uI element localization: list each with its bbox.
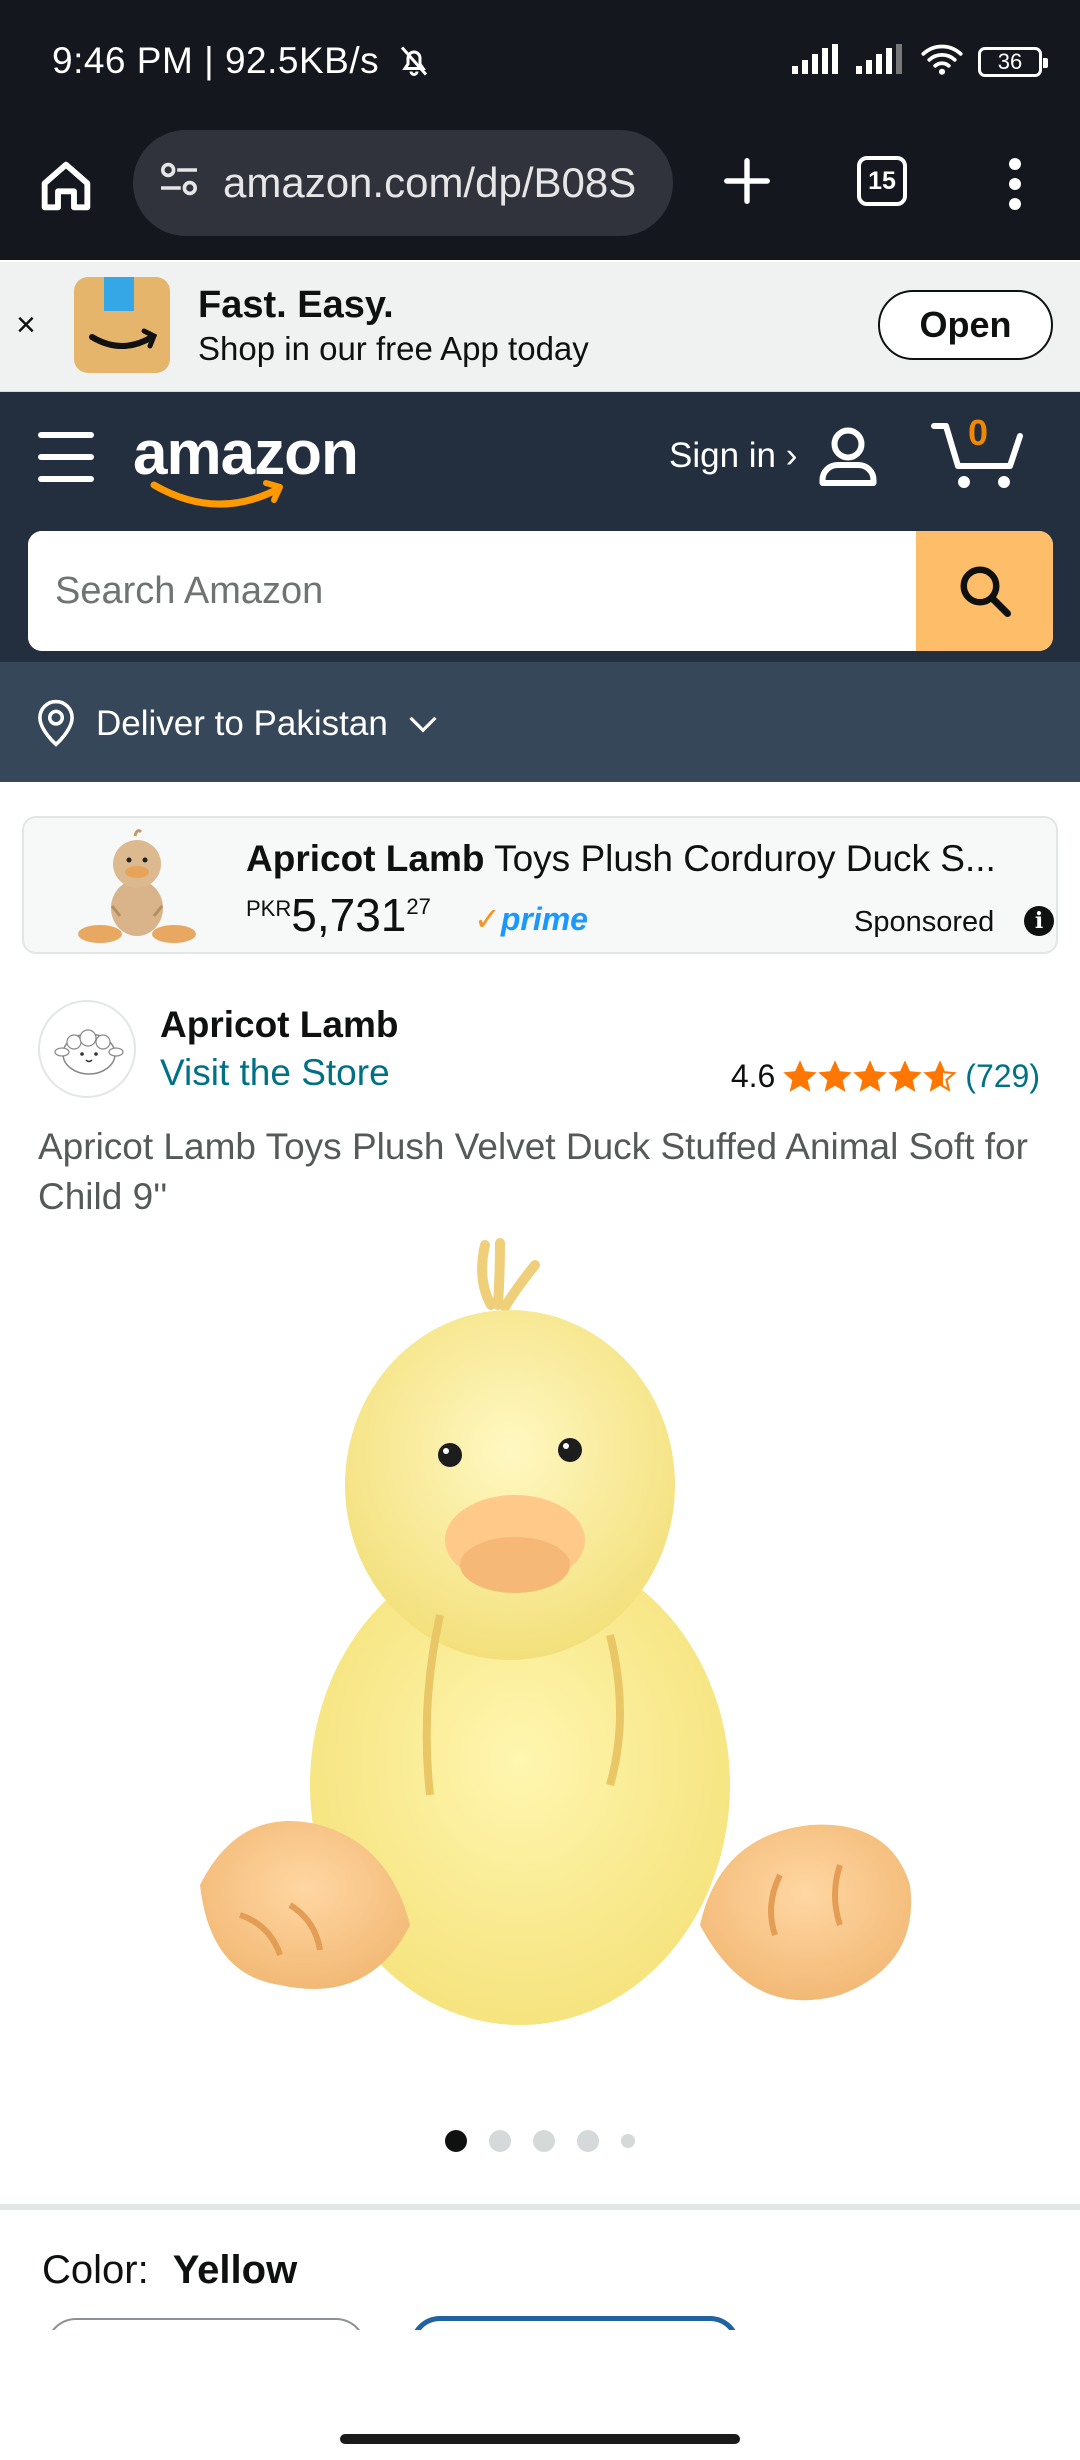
site-header: amazon Sign in › 0 <box>0 392 1080 662</box>
amazon-app-logo <box>74 277 170 373</box>
star-icon <box>853 1059 888 1092</box>
carousel-dot[interactable] <box>533 2130 555 2152</box>
deliver-to-text: Deliver to Pakistan <box>96 704 388 743</box>
wifi-icon <box>920 42 964 81</box>
search-input[interactable] <box>28 531 916 651</box>
star-rating-icon <box>783 1059 958 1094</box>
visit-store-link[interactable]: Visit the Store <box>160 1052 390 1094</box>
yellow-duck-image <box>200 1238 912 2025</box>
info-icon[interactable]: i <box>1024 906 1054 936</box>
status-time-text: 9:46 PM | 92.5KB/s <box>52 40 380 81</box>
carousel-dot[interactable] <box>489 2130 511 2152</box>
home-icon <box>41 161 91 211</box>
amazon-smile-icon <box>150 480 283 508</box>
location-pin-icon <box>34 698 78 753</box>
product-rating[interactable]: 4.6 (729) <box>731 1058 1040 1095</box>
url-text: amazon.com/dp/B08S <box>223 159 637 206</box>
banner-subtitle: Shop in our free App today <box>198 330 589 367</box>
site-settings-icon[interactable] <box>157 159 201 207</box>
app-install-banner: × Fast. Easy. Shop in our free App today… <box>0 262 1080 392</box>
product-image[interactable] <box>140 1225 940 2045</box>
browser-toolbar: amazon.com/dp/B08S 15 <box>0 130 1080 391</box>
cart-count: 0 <box>968 412 989 453</box>
star-icon <box>783 1059 818 1092</box>
rating-count-link[interactable]: (729) <box>965 1058 1040 1095</box>
product-title: Apricot Lamb Toys Plush Velvet Duck Stuf… <box>38 1126 1028 1217</box>
sponsored-price: PKR 5,731 27 <box>246 888 431 942</box>
color-selector: Color: Yellow <box>42 2248 297 2293</box>
price-whole: 5,731 <box>291 889 407 941</box>
battery-indicator: 36 <box>978 46 1048 77</box>
brand-name: Apricot Lamb <box>160 1004 399 1045</box>
prime-label: prime <box>500 901 588 937</box>
plus-icon <box>724 158 770 204</box>
address-bar[interactable]: amazon.com/dp/B08S <box>133 130 673 236</box>
prime-badge: ✓prime <box>474 900 588 938</box>
color-value: Yellow <box>172 2248 298 2292</box>
status-icons: 36 <box>792 42 1048 81</box>
star-icon <box>888 1059 923 1092</box>
prime-check-icon: ✓ <box>474 901 501 937</box>
sponsored-label: Sponsored <box>854 906 995 938</box>
sign-in-link[interactable]: Sign in › <box>669 436 797 476</box>
carousel-dot[interactable] <box>621 2134 635 2148</box>
sponsored-title[interactable]: Apricot Lamb Toys Plush Corduroy Duck S.… <box>246 838 1036 880</box>
section-divider <box>0 2204 1080 2210</box>
sponsored-title-rest: Toys Plush Corduroy Duck S... <box>484 838 996 879</box>
star-icon <box>818 1059 853 1092</box>
banner-title: Fast. Easy. <box>198 284 394 326</box>
signal-icon-2 <box>856 44 906 79</box>
search-button[interactable] <box>916 531 1053 651</box>
menu-icon[interactable] <box>38 432 94 484</box>
search-icon <box>960 566 1011 617</box>
carousel-dot[interactable] <box>445 2130 467 2152</box>
home-button[interactable] <box>34 154 98 218</box>
star-icon <box>923 1059 958 1092</box>
rating-value: 4.6 <box>730 1058 776 1094</box>
carousel-dot[interactable] <box>577 2130 599 2152</box>
new-tab-button[interactable] <box>720 154 774 208</box>
lamb-logo-icon <box>54 1029 124 1075</box>
price-currency: PKR <box>246 896 292 921</box>
price-fraction: 27 <box>406 894 431 919</box>
signal-icon <box>792 44 842 79</box>
close-banner-button[interactable]: × <box>16 306 36 345</box>
gesture-home-indicator[interactable] <box>340 2434 740 2444</box>
user-icon[interactable] <box>812 420 884 497</box>
tab-switcher-button[interactable]: 15 <box>857 156 907 206</box>
chevron-down-icon <box>408 714 438 739</box>
status-time: 9:46 PM | 92.5KB/s <box>52 40 432 88</box>
search-bar <box>28 531 1053 651</box>
sponsored-brand: Apricot Lamb <box>246 838 485 879</box>
brand-logo[interactable] <box>38 1000 136 1098</box>
mute-bell-icon <box>396 43 432 88</box>
color-label: Color: <box>42 2248 149 2292</box>
image-carousel-dots[interactable] <box>0 2130 1080 2152</box>
status-bar: 9:46 PM | 92.5KB/s 36 <box>0 0 1080 130</box>
browser-menu-button[interactable] <box>1000 154 1030 214</box>
more-vert-icon <box>1009 158 1021 210</box>
sponsored-duck-image <box>78 829 196 943</box>
deliver-to-bar[interactable]: Deliver to Pakistan <box>0 662 1080 782</box>
sponsored-product-card[interactable]: Apricot Lamb Toys Plush Corduroy Duck S.… <box>22 816 1058 954</box>
open-app-button[interactable]: Open <box>878 290 1053 360</box>
